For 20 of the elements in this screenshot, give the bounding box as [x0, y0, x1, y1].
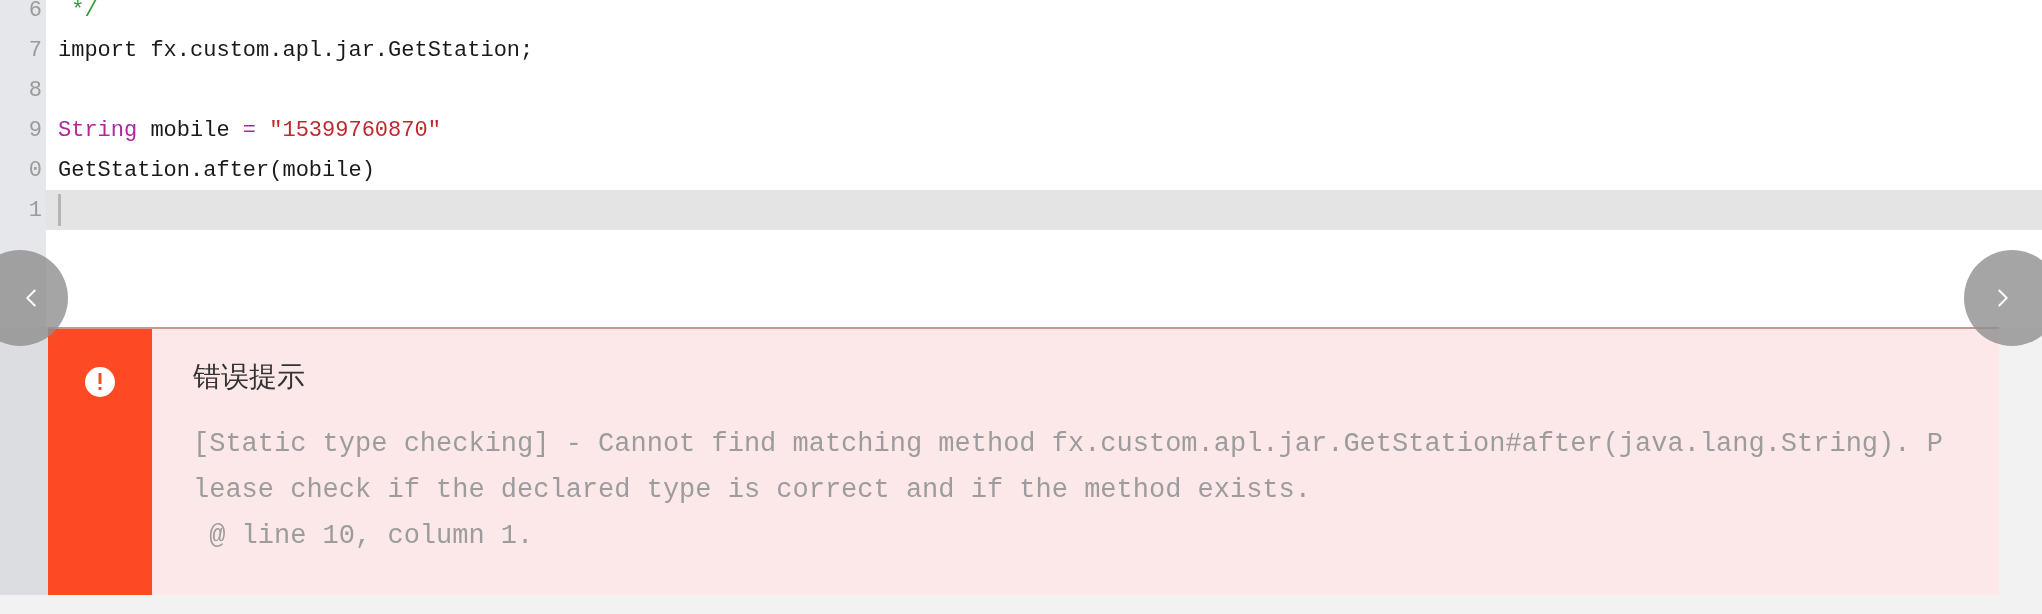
- error-message: [Static type checking] - Cannot find matching method fx.custom.apl.jar.GetStation#after(java.lang.String). P: [193, 428, 1943, 461]
- text-cursor: [58, 194, 61, 226]
- code-text: mobile: [149, 116, 231, 145]
- line-number: 6: [28, 0, 42, 25]
- string-literal: "15399760870": [268, 116, 441, 145]
- line-number: 8: [28, 76, 42, 105]
- line-number: 7: [28, 36, 42, 65]
- error-title: 错误提示: [193, 360, 306, 394]
- line-number: 0: [28, 156, 42, 185]
- operator-text: =: [242, 116, 257, 145]
- line-number: 9: [28, 116, 42, 145]
- code-text: import fx.custom.apl.jar.GetStation;: [58, 36, 534, 65]
- code-text: GetStation.after(mobile): [58, 156, 375, 185]
- error-message: @ line 10, column 1.: [208, 520, 535, 553]
- comment-text: */: [70, 0, 98, 25]
- line-number: 1: [28, 196, 42, 225]
- error-message: lease check if the declared type is correct and if the method exists.: [193, 474, 1312, 507]
- keyword-text: String: [58, 116, 138, 145]
- alert-icon: [85, 367, 115, 397]
- code-editor[interactable]: 6 7 8 9 0 1 */ import fx.custom.apl.jar.GetStation; String mobile = "15399760870" GetStation.after(mobile): [0, 0, 2042, 327]
